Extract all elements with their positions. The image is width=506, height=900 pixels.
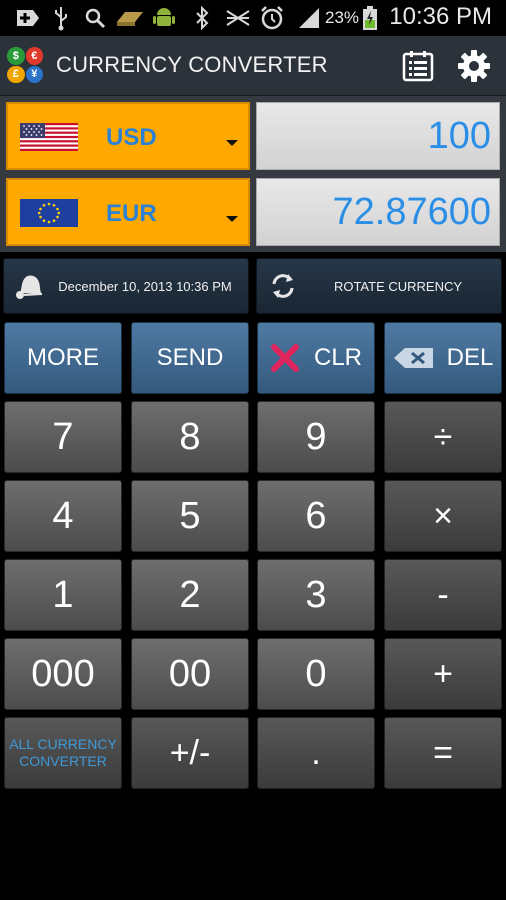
key-8[interactable]: 8 [131,401,249,473]
key-3[interactable]: 3 [257,559,375,631]
plus-minus-button[interactable]: +/- [131,717,249,789]
to-amount-field[interactable]: 72.87600 [256,178,500,246]
equals-button[interactable]: = [384,717,502,789]
divide-button[interactable]: ÷ [384,401,502,473]
alarm-icon [258,5,286,31]
key-1[interactable]: 1 [4,559,122,631]
key-4[interactable]: 4 [4,480,122,552]
app-title: CURRENCY CONVERTER [56,52,328,77]
add-icon [14,5,42,31]
refresh-icon [263,266,303,306]
rate-date-button[interactable]: December 10, 2013 10:36 PM [3,258,249,314]
key-9[interactable]: 9 [257,401,375,473]
bluetooth-icon [192,5,212,31]
status-bar: 23% 10:36 PM [0,0,506,36]
key-0[interactable]: 0 [257,638,375,710]
from-currency-code: USD [106,124,157,151]
rotate-currency-button[interactable]: ROTATE CURRENCY [256,258,502,314]
key-2[interactable]: 2 [131,559,249,631]
multiply-button[interactable]: × [384,480,502,552]
rotate-currency-label: ROTATE CURRENCY [333,278,463,294]
decimal-button[interactable]: . [257,717,375,789]
battery-percent: 23% [325,8,360,27]
send-button[interactable]: SEND [131,322,249,394]
status-time: 10:36 PM [389,3,492,30]
clear-button[interactable]: CLR [257,322,375,394]
key-7[interactable]: 7 [4,401,122,473]
app-bar: $ € £ ¥ CURRENCY CONVERTER [0,36,506,96]
delete-button[interactable]: DEL [384,322,502,394]
minus-button[interactable]: - [384,559,502,631]
storage-icon [114,5,146,31]
from-currency-select[interactable]: USD [6,102,250,170]
usb-icon [50,5,72,31]
key-5[interactable]: 5 [131,480,249,552]
to-currency-code: EUR [106,200,157,227]
chevron-down-icon [226,140,238,146]
close-icon [270,344,299,372]
mute-icon [224,5,252,31]
app-logo-icon: $ € £ ¥ [7,47,43,83]
rate-date-label: December 10, 2013 10:36 PM [58,278,232,294]
battery-icon [360,5,380,31]
plus-button[interactable]: + [384,638,502,710]
key-6[interactable]: 6 [257,480,375,552]
list-icon [402,51,434,82]
eu-flag-icon [20,199,78,227]
from-amount-field[interactable]: 100 [256,102,500,170]
to-currency-select[interactable]: EUR [6,178,250,246]
settings-icon [458,50,490,82]
signal-icon [296,5,322,31]
chevron-down-icon [226,216,238,222]
settings-button[interactable] [454,46,494,86]
bell-icon [10,266,50,306]
android-icon [150,5,178,31]
search-icon [82,5,108,31]
history-list-button[interactable] [398,46,438,86]
currency-panel: USD 100 EUR 72.87600 [0,96,506,252]
us-flag-icon [20,123,78,151]
more-button[interactable]: MORE [4,322,122,394]
backspace-icon [393,348,433,368]
all-currency-converter-button[interactable]: ALL CURRENCY CONVERTER [4,717,122,789]
key-00[interactable]: 00 [131,638,249,710]
key-000[interactable]: 000 [4,638,122,710]
